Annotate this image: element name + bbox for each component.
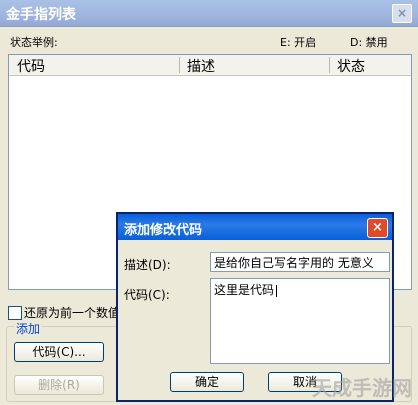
status-example-row: 状态举例: E: 开启 D: 禁用 [10,34,408,50]
add-group-title: 添加 [14,320,43,337]
list-header: 代码 描述 状态 [9,55,411,76]
status-disabled-legend: D: 禁用 [350,36,388,49]
description-label: 描述(D): [124,258,171,272]
code-textarea[interactable]: 这里是代码 [210,278,390,364]
dialog-title: 添加修改代码 [124,223,203,238]
restore-checkbox[interactable] [8,306,22,320]
ok-button[interactable]: 确定 [170,372,244,392]
code-text: 这里是代码 [214,283,275,297]
code-button[interactable]: 代码(C)... [14,342,104,362]
dialog-title-bar: 添加修改代码 × [118,214,392,240]
column-separator[interactable] [329,57,330,73]
window-title: 金手指列表 [6,7,76,23]
close-icon[interactable]: × [392,4,412,23]
status-enabled-legend: E: 开启 [280,36,317,49]
dialog-close-icon[interactable]: × [367,218,388,238]
code-label: 代码(C): [124,288,170,302]
watermark: 天成手游网 [312,376,412,400]
status-example-label: 状态举例: [10,36,58,49]
restore-checkbox-label: 还原为前一个数值 [24,306,121,320]
title-bar: 金手指列表 × [0,0,418,27]
description-input[interactable]: 是给你自己写名字用的 无意义 [210,252,390,272]
column-header-status[interactable]: 状态 [337,56,365,76]
column-separator[interactable] [179,57,180,73]
delete-button[interactable]: 删除(R) [14,375,104,395]
column-header-description[interactable]: 描述 [187,56,215,76]
text-cursor [276,284,278,297]
column-header-code[interactable]: 代码 [17,56,45,76]
